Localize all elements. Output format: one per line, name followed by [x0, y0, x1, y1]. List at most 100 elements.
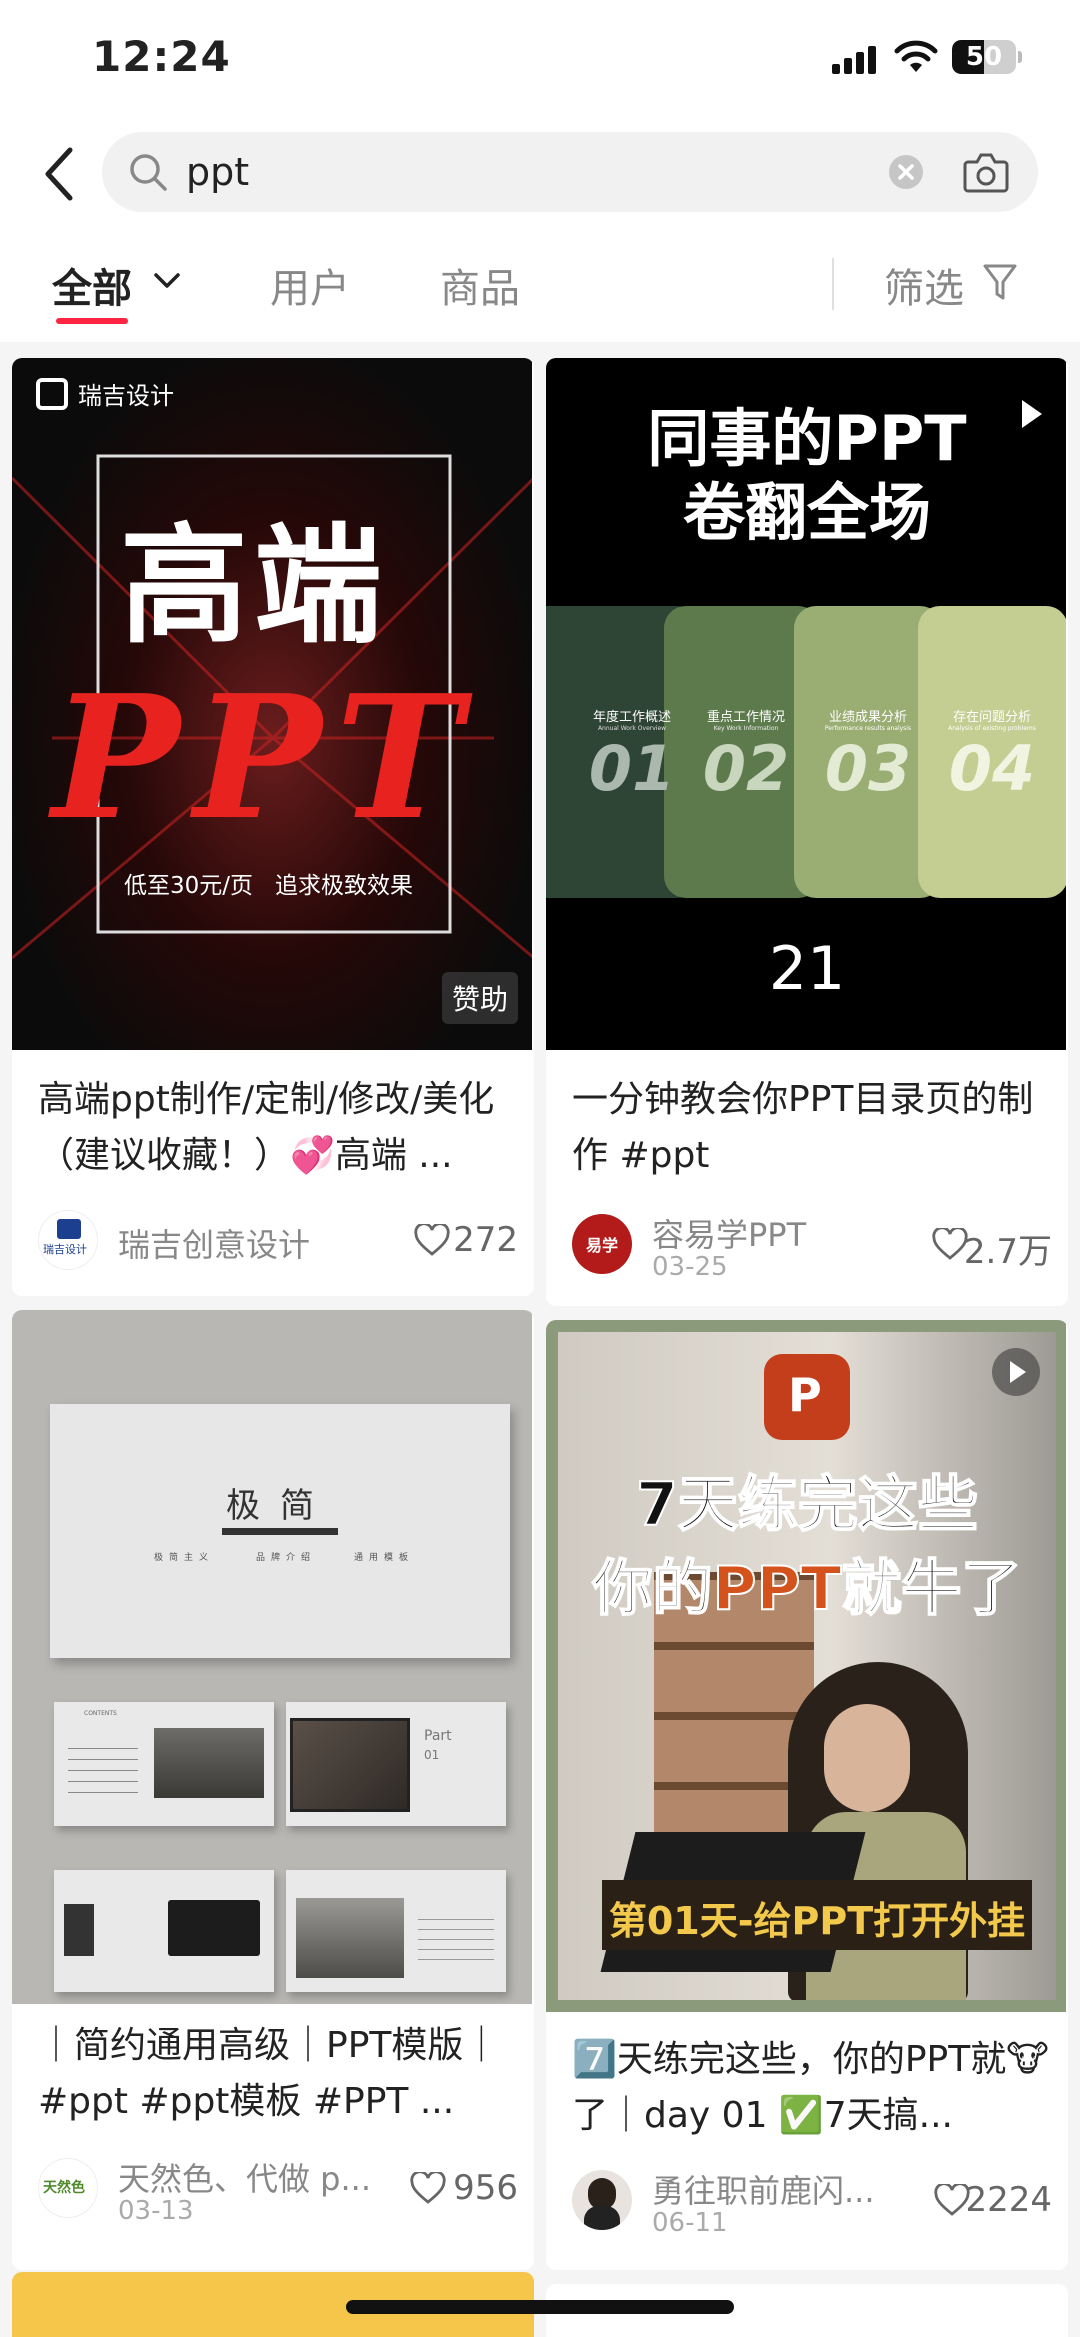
- cover-line2-ppt: PPT: [712, 1553, 843, 1625]
- catalog-item: 重点工作情况 Key Work Information 02: [686, 706, 806, 805]
- post-date: 06-11: [652, 2208, 728, 2238]
- cover-brand: 瑞吉设计: [78, 382, 174, 410]
- slide-contents: CONTENTS: [54, 1702, 274, 1826]
- note-cover-image[interactable]: 同事的PPT 卷翻全场 年度工作概述 Annual Work Overview …: [546, 358, 1066, 1050]
- search-icon: [130, 154, 167, 191]
- catalog-sub: Analysis of existing problems: [948, 725, 1036, 732]
- slide-sub-2: 品牌介绍: [256, 1553, 317, 1563]
- slide-sub-3: 通用模板: [354, 1553, 415, 1563]
- avatar-text: 瑞吉设计: [43, 1243, 87, 1256]
- note-title[interactable]: 高端ppt制作/定制/修改/美化（建议收藏！）💞高端 ...: [38, 1072, 518, 1184]
- cover-line2-a: 你的: [592, 1553, 714, 1625]
- heart-icon[interactable]: [414, 1224, 450, 1256]
- catalog-number: 02: [702, 732, 790, 805]
- battery-tip: [1018, 51, 1022, 63]
- filter-icon[interactable]: [982, 262, 1018, 302]
- post-date: 03-13: [118, 2196, 194, 2226]
- catalog-item: 年度工作概述 Annual Work Overview 01: [572, 706, 692, 805]
- avatar[interactable]: 易学: [572, 1214, 632, 1274]
- slide-contents-label: CONTENTS: [84, 1710, 117, 1717]
- note-cover-image[interactable]: P 7天练完这些 你的PPT就牛了 第01天-给PPT打开外挂: [546, 1320, 1066, 2012]
- back-icon[interactable]: [40, 144, 80, 204]
- battery-indicator: 50: [952, 40, 1022, 74]
- note-author[interactable]: 天然色 天然色、代做 p... 03-13 956: [38, 2158, 518, 2226]
- presenter-face: [824, 1704, 910, 1812]
- author-name[interactable]: 容易学PPT: [652, 1210, 806, 1256]
- wifi-icon: [894, 40, 938, 72]
- catalog-label: 年度工作概述: [592, 710, 671, 725]
- like-count: 956: [453, 2168, 518, 2208]
- battery-icon: 50: [952, 40, 1016, 74]
- catalog-label: 重点工作情况: [706, 710, 785, 725]
- catalog-sub: Key Work Information: [713, 725, 779, 732]
- search-query[interactable]: ppt: [186, 132, 249, 212]
- catalog-item: 存在问题分析 Analysis of existing problems 04: [932, 706, 1052, 805]
- video-frame: P 7天练完这些 你的PPT就牛了 第01天-给PPT打开外挂: [558, 1332, 1056, 2000]
- author-name[interactable]: 勇往职前鹿闪...: [652, 2166, 875, 2212]
- cover-line2: 卷翻全场: [682, 476, 931, 549]
- note-card[interactable]: 同事的PPT 卷翻全场 年度工作概述 Annual Work Overview …: [546, 358, 1068, 1306]
- slide-device: [54, 1870, 274, 1992]
- tab-goods[interactable]: 商品: [440, 256, 520, 314]
- note-cover-image[interactable]: 极简 极简主义 品牌介绍 通用模板 CONTENTS Part 01: [12, 1310, 532, 2004]
- slide-office-photo: [296, 1898, 404, 1978]
- search-results-page: 12:24 50 ppt 全部 用户 商品 筛选 瑞吉设计 高端 PPT 低至3…: [0, 0, 1080, 2337]
- avatar[interactable]: 瑞吉设计: [38, 1210, 98, 1270]
- slide-office-lines: [418, 1910, 494, 1966]
- avatar[interactable]: [572, 2170, 632, 2230]
- heart-icon[interactable]: [410, 2172, 446, 2204]
- search-input[interactable]: ppt: [102, 132, 1038, 212]
- avatar-body: [584, 2206, 620, 2230]
- search-header: ppt: [0, 120, 1080, 230]
- slide-title: 极简: [226, 1486, 334, 1526]
- catalog-sub: Performance results analysis: [824, 725, 912, 732]
- tab-users[interactable]: 用户: [270, 256, 350, 314]
- home-indicator[interactable]: [346, 2300, 734, 2314]
- avatar[interactable]: 天然色: [38, 2158, 98, 2218]
- tab-all[interactable]: 全部: [52, 256, 132, 314]
- post-date: 03-25: [652, 1252, 728, 1282]
- cover-banner: 第01天-给PPT打开外挂: [602, 1880, 1032, 1950]
- note-card[interactable]: 瑞吉设计 高端 PPT 低至30元/页 追求极致效果 赞助 高端ppt制作/定制…: [12, 358, 534, 1296]
- slide-device-screen: [168, 1900, 260, 1956]
- cover-line2-c: 就牛了: [840, 1553, 1022, 1625]
- author-name[interactable]: 瑞吉创意设计: [118, 1220, 310, 1266]
- avatar-text: 天然色: [43, 2180, 85, 2196]
- clear-icon[interactable]: [888, 154, 924, 190]
- cover-slogan: 低至30元/页 追求极致效果: [124, 873, 413, 899]
- catalog-number: 04: [948, 732, 1036, 805]
- brand-logo: [36, 378, 68, 410]
- note-title[interactable]: 7️⃣天练完这些，你的PPT就🐮了｜day 01 ✅7天搞...: [572, 2032, 1052, 2144]
- note-card[interactable]: P 7天练完这些 你的PPT就牛了 第01天-给PPT打开外挂 7️⃣天练完这些…: [546, 1320, 1068, 2270]
- slide-title-bar: [222, 1528, 338, 1535]
- note-title[interactable]: ｜简约通用高级｜PPT模版｜#ppt #ppt模板 #PPT ...: [38, 2018, 518, 2130]
- slide-contents-photo: [154, 1728, 264, 1798]
- tab-divider: [832, 258, 834, 310]
- heart-icon[interactable]: [932, 1228, 968, 1260]
- filter-button[interactable]: 筛选: [884, 256, 964, 314]
- catalog-number: 01: [588, 732, 676, 805]
- note-author[interactable]: 易学 容易学PPT 03-25 2.7万: [572, 1214, 1052, 1282]
- author-name[interactable]: 天然色、代做 p...: [118, 2154, 371, 2200]
- note-author[interactable]: 勇往职前鹿闪... 06-11 2224: [572, 2170, 1052, 2238]
- note-author[interactable]: 瑞吉设计 瑞吉创意设计 272: [38, 1210, 518, 1270]
- cover-banner-text: 第01天-给PPT打开外挂: [608, 1899, 1026, 1943]
- avatar-text: 易学: [585, 1236, 618, 1255]
- catalog-label: 业绩成果分析: [828, 710, 907, 725]
- note-cover-image[interactable]: 瑞吉设计 高端 PPT 低至30元/页 追求极致效果 赞助: [12, 358, 532, 1050]
- status-bar: 12:24 50: [0, 0, 1080, 120]
- slide-main: 极简 极简主义 品牌介绍 通用模板: [50, 1404, 510, 1658]
- camera-icon[interactable]: [962, 150, 1010, 194]
- like-count: 272: [453, 1220, 518, 1260]
- play-icon[interactable]: [990, 1346, 1042, 1398]
- catalog-item: 业绩成果分析 Performance results analysis 03: [808, 706, 928, 805]
- catalog-sub: Annual Work Overview: [597, 725, 667, 732]
- chevron-down-icon[interactable]: [152, 270, 182, 292]
- slide-part-photo: [290, 1718, 410, 1812]
- play-icon[interactable]: [1004, 388, 1056, 440]
- sponsored-badge: 赞助: [441, 972, 518, 1024]
- like-count: 2224: [965, 2180, 1052, 2220]
- cover-big-text: PPT: [52, 658, 477, 858]
- note-card[interactable]: 极简 极简主义 品牌介绍 通用模板 CONTENTS Part 01 ｜简约通用…: [12, 1310, 534, 2270]
- note-title[interactable]: 一分钟教会你PPT目录页的制作 #ppt: [572, 1072, 1052, 1184]
